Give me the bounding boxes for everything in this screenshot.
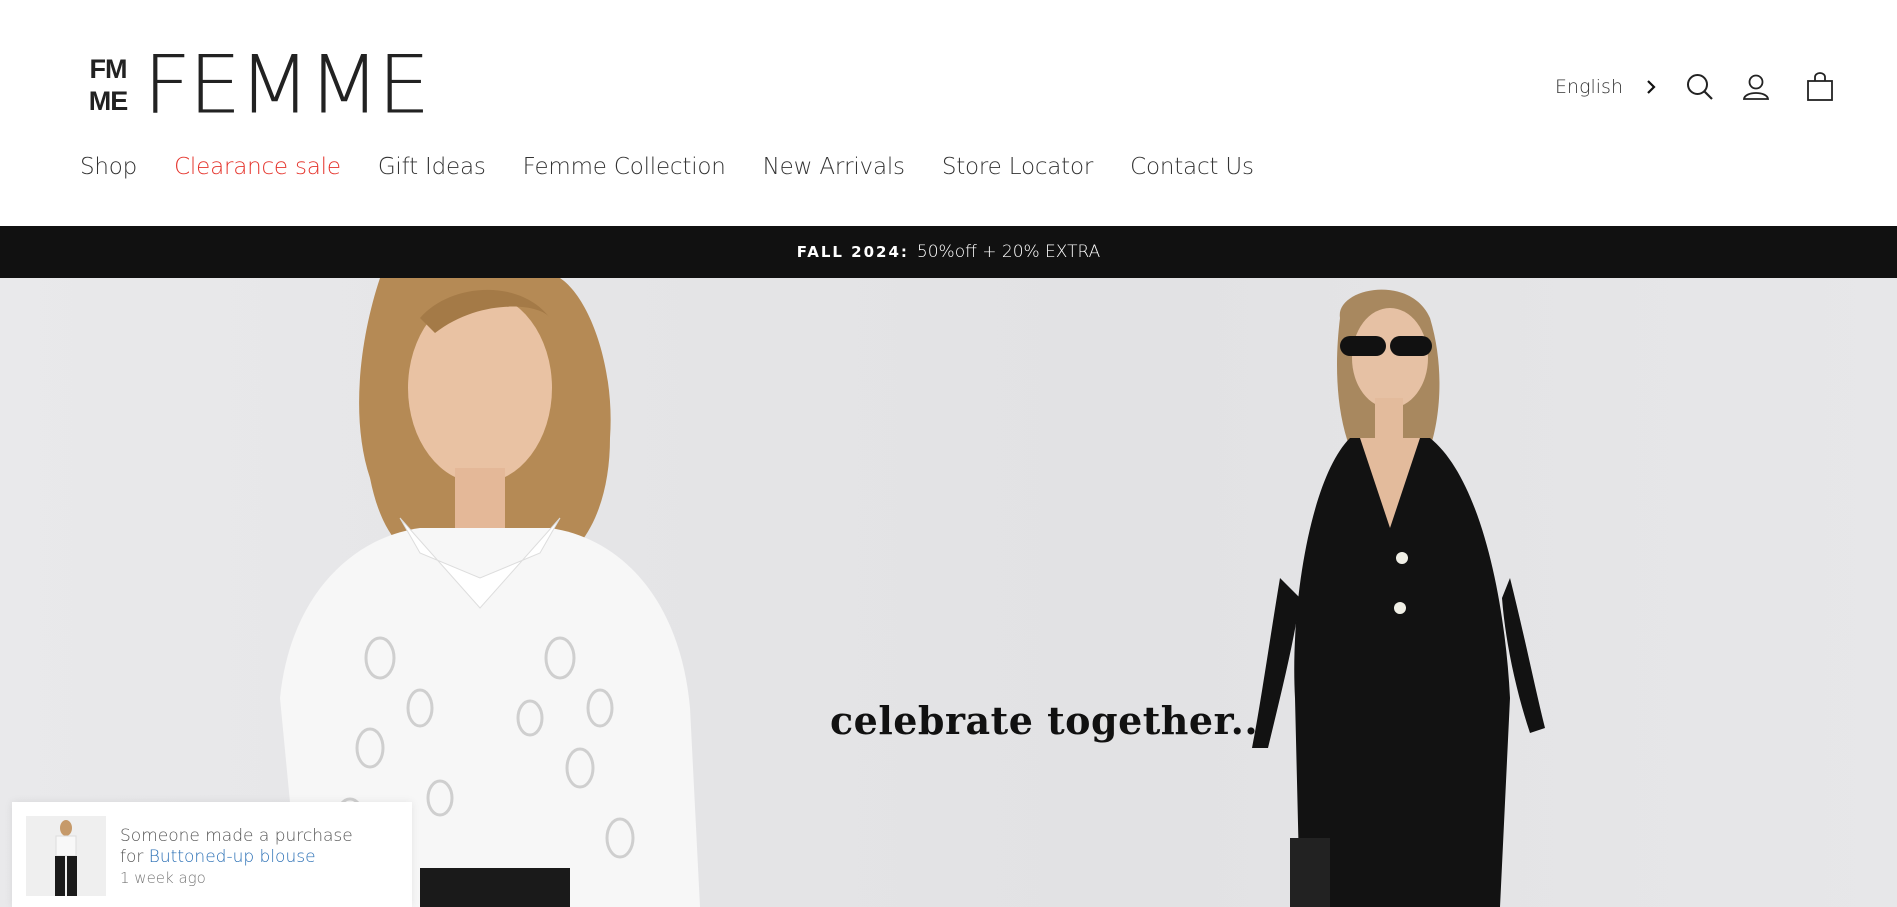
account-icon [1742, 74, 1770, 100]
nav-femme-collection[interactable]: Femme Collection [523, 154, 726, 180]
cart-icon [1807, 72, 1833, 101]
nav-clearance-sale[interactable]: Clearance sale [174, 154, 341, 180]
cart-button[interactable] [1803, 70, 1837, 104]
promo-bar[interactable]: FALL 2024: 50%off + 20% EXTRA [0, 226, 1897, 278]
logo-wordmark: FEMME [143, 38, 430, 132]
notification-line1: Someone made a purchase [120, 826, 353, 846]
product-thumbnail [26, 816, 106, 896]
notification-text: Someone made a purchase for Buttoned-up … [120, 816, 353, 889]
nav-contact-us[interactable]: Contact Us [1130, 154, 1254, 180]
search-button[interactable] [1683, 70, 1717, 104]
nav-new-arrivals[interactable]: New Arrivals [763, 154, 905, 180]
hero-tagline: celebrate together... [830, 698, 1272, 743]
site-header: FM ME FEMME English Shop Clearance sale … [0, 0, 1897, 226]
main-navigation: Shop Clearance sale Gift Ideas Femme Col… [80, 154, 1291, 180]
logo-mark-top: FM [89, 54, 128, 84]
notification-time: 1 week ago [120, 869, 206, 887]
recent-purchase-notification[interactable]: Someone made a purchase for Buttoned-up … [12, 802, 412, 907]
nav-store-locator[interactable]: Store Locator [942, 154, 1093, 180]
language-selector[interactable]: English [1555, 76, 1661, 98]
nav-gift-ideas[interactable]: Gift Ideas [378, 154, 486, 180]
hero-model-right-image [1252, 289, 1545, 907]
nav-shop[interactable]: Shop [80, 154, 137, 180]
brand-logo[interactable]: FM ME FEMME [77, 38, 431, 132]
notification-for: for [120, 847, 144, 867]
logo-mark-bottom: ME [88, 86, 129, 116]
chevron-right-icon [1647, 80, 1656, 94]
header-utilities: English [1555, 70, 1837, 104]
search-icon [1687, 74, 1713, 100]
notification-product-link[interactable]: Buttoned-up blouse [149, 847, 316, 867]
logo-mark: FM ME [77, 53, 139, 117]
promo-title: FALL 2024: [796, 243, 909, 261]
product-thumbnail-image [26, 816, 106, 896]
account-button[interactable] [1739, 70, 1773, 104]
promo-text: 50%off + 20% EXTRA [916, 242, 1101, 262]
language-label: English [1555, 76, 1623, 98]
notification-line2: for Buttoned-up blouse [120, 847, 353, 868]
